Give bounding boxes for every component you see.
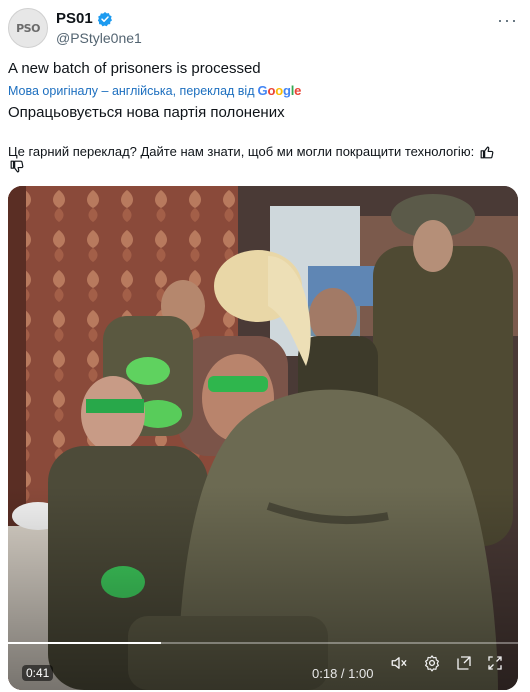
thumbs-up-icon[interactable]	[480, 145, 494, 159]
more-icon[interactable]: ···	[497, 10, 518, 31]
display-name[interactable]: PS01	[56, 10, 93, 27]
mute-icon[interactable]	[390, 654, 408, 672]
verified-badge-icon	[97, 11, 112, 26]
tweet-text: A new batch of prisoners is processed	[8, 60, 261, 77]
popout-icon[interactable]	[455, 654, 473, 672]
video-frame	[8, 186, 518, 690]
feedback-question: Це гарний переклад? Дайте нам знати, щоб…	[8, 144, 475, 159]
google-logo: Google	[257, 83, 302, 98]
avatar[interactable]: PSO	[8, 8, 48, 48]
video-duration-badge: 0:41	[22, 665, 54, 681]
name-row: PS01	[56, 10, 113, 27]
thumbs-down-icon[interactable]	[10, 160, 24, 174]
handle[interactable]: @PStyle0ne1	[56, 30, 142, 46]
tweet-header: PSO PS01 @PStyle0ne1 ···	[8, 8, 522, 48]
translation-note[interactable]: Мова оригіналу – англійська, переклад ві…	[8, 83, 301, 98]
translated-text: Опрацьовується нова партія полонених	[8, 104, 285, 121]
translation-note-text[interactable]: Мова оригіналу – англійська, переклад ві…	[8, 84, 255, 98]
fullscreen-icon[interactable]	[486, 654, 504, 672]
settings-icon[interactable]	[423, 654, 441, 672]
video-controls: 0:41 0:18 / 1:00	[8, 654, 518, 690]
progress-fill	[8, 642, 161, 644]
video-player[interactable]: 0:41 0:18 / 1:00	[8, 186, 518, 690]
translation-feedback: Це гарний переклад? Дайте нам знати, щоб…	[8, 144, 494, 159]
time-readout: 0:18 / 1:00	[312, 666, 374, 681]
